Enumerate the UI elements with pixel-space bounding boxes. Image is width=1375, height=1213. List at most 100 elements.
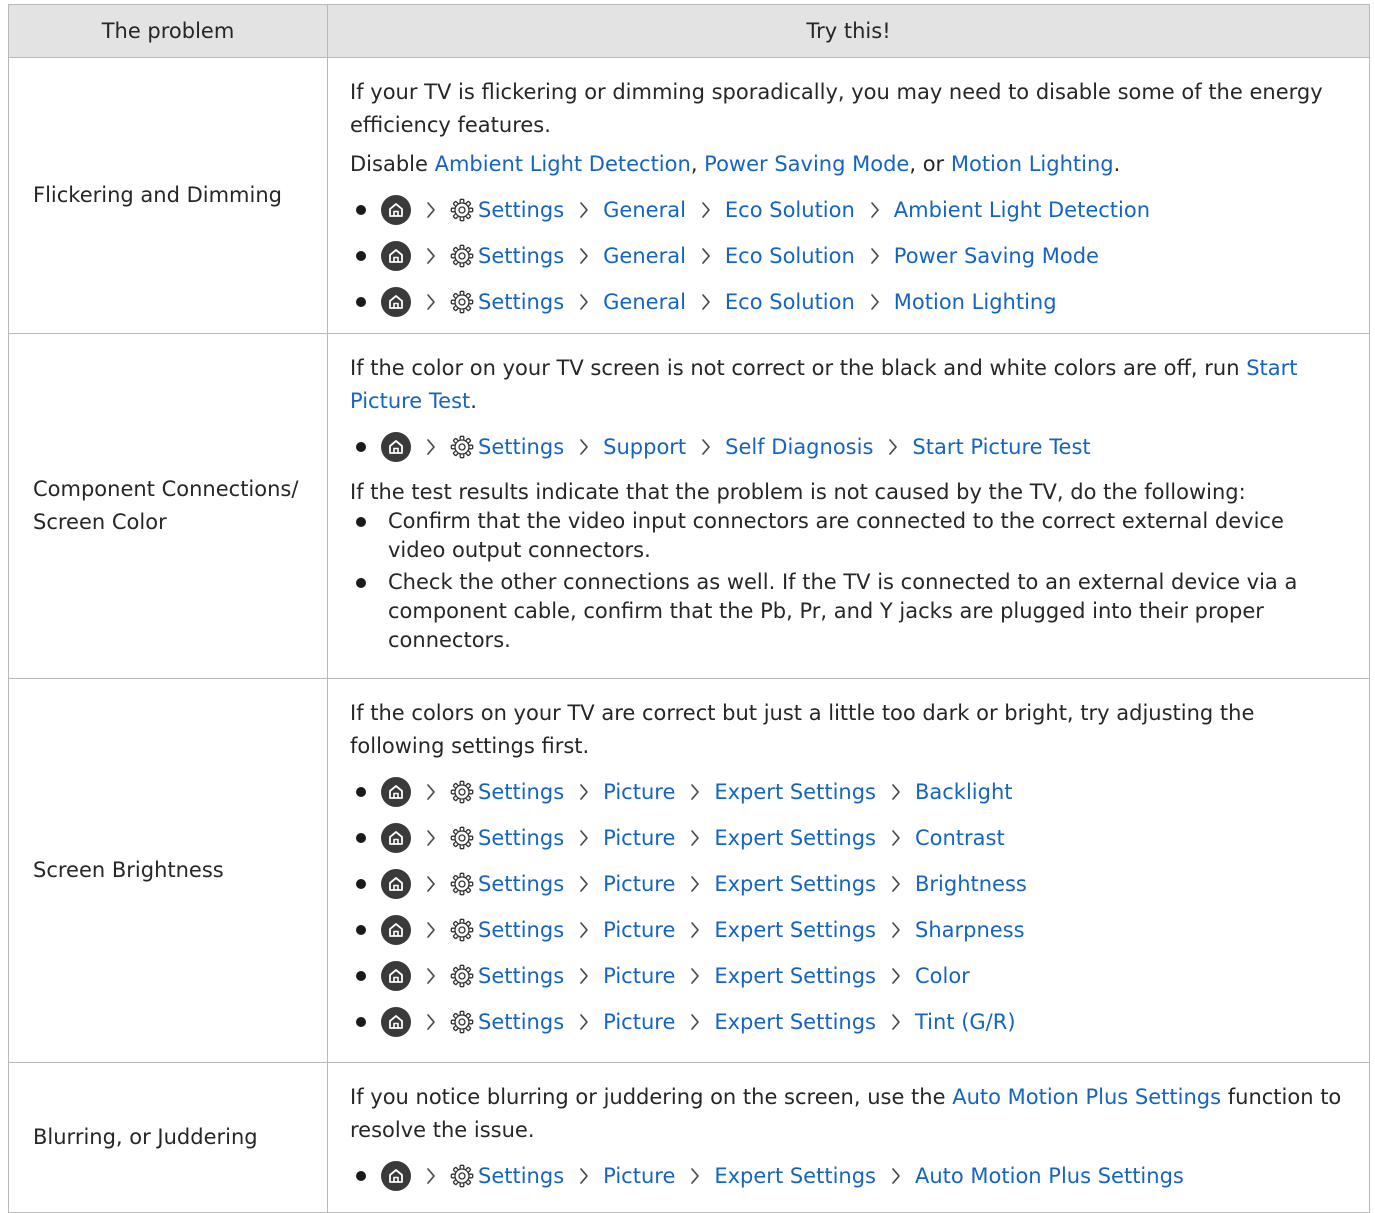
menu-path-step: Eco Solution bbox=[724, 244, 855, 268]
chevron-right-icon bbox=[572, 966, 596, 986]
menu-path: Settings Picture Expert Settings Auto Motio… bbox=[350, 1153, 1347, 1199]
disable-prefix: Disable bbox=[350, 152, 435, 176]
menu-path: Settings Picture Expert Settings Brightness bbox=[350, 861, 1347, 907]
gear-icon bbox=[450, 826, 474, 850]
menu-path-step: Settings bbox=[478, 1010, 565, 1034]
chevron-right-icon bbox=[694, 437, 718, 457]
chevron-right-icon bbox=[683, 920, 707, 940]
gear-icon bbox=[450, 244, 474, 268]
menu-path: Settings Picture Expert Settings Tint (G/R) bbox=[350, 999, 1347, 1045]
chevron-right-icon bbox=[572, 828, 596, 848]
menu-path-step: Picture bbox=[603, 1164, 676, 1188]
menu-path-step: Settings bbox=[478, 826, 565, 850]
home-icon bbox=[381, 1161, 411, 1191]
gear-icon bbox=[450, 198, 474, 222]
period: . bbox=[470, 389, 477, 413]
chevron-right-icon bbox=[683, 828, 707, 848]
separator-or: , or bbox=[909, 152, 951, 176]
menu-path-step: Motion Lighting bbox=[893, 290, 1057, 314]
bullet-dot bbox=[356, 879, 366, 889]
intro-text-part: If you notice blurring or juddering on t… bbox=[350, 1085, 953, 1109]
bullet-dot bbox=[356, 442, 366, 452]
menu-path-step: General bbox=[603, 198, 686, 222]
bullet-dot bbox=[356, 578, 366, 588]
menu-path: Settings Support Self Diagnosis Start Pictu… bbox=[350, 424, 1347, 470]
chevron-right-icon bbox=[419, 874, 443, 894]
menu-path-step: Ambient Light Detection bbox=[893, 198, 1151, 222]
intro-text: If the colors on your TV are correct but… bbox=[350, 701, 1255, 758]
menu-path-step: Sharpness bbox=[914, 918, 1025, 942]
troubleshooting-table: The problem Try this! Flickering and Dim… bbox=[8, 4, 1370, 1213]
chevron-right-icon bbox=[572, 920, 596, 940]
solution-cell: If you notice blurring or juddering on t… bbox=[327, 1062, 1370, 1213]
home-icon bbox=[381, 823, 411, 853]
menu-path-step: Expert Settings bbox=[714, 872, 876, 896]
home-icon bbox=[381, 241, 411, 271]
bullet-dot bbox=[356, 1017, 366, 1027]
chevron-right-icon bbox=[863, 292, 887, 312]
menu-path-step: Brightness bbox=[914, 872, 1027, 896]
bullet-dot bbox=[356, 925, 366, 935]
menu-path-step: General bbox=[603, 244, 686, 268]
menu-path-step: Color bbox=[914, 964, 970, 988]
menu-path-step: Backlight bbox=[914, 780, 1013, 804]
bullet-dot bbox=[356, 517, 366, 527]
chevron-right-icon bbox=[419, 966, 443, 986]
chevron-right-icon bbox=[884, 966, 908, 986]
bullet-dot bbox=[356, 971, 366, 981]
menu-path-step: Picture bbox=[603, 780, 676, 804]
problem-cell: Flickering and Dimming bbox=[8, 57, 328, 334]
menu-path-step: Eco Solution bbox=[724, 290, 855, 314]
list-item-text: Check the other connections as well. If … bbox=[388, 570, 1298, 652]
table-row: Screen Brightness If the colors on your … bbox=[8, 678, 1370, 1063]
chevron-right-icon bbox=[572, 437, 596, 457]
menu-path-step: Expert Settings bbox=[714, 964, 876, 988]
gear-icon bbox=[450, 780, 474, 804]
chevron-right-icon bbox=[683, 874, 707, 894]
menu-path-step: Settings bbox=[478, 198, 565, 222]
chevron-right-icon bbox=[419, 782, 443, 802]
chevron-right-icon bbox=[572, 292, 596, 312]
menu-path: Settings General Eco Solution Power Saving … bbox=[350, 233, 1347, 279]
menu-path: Settings General Eco Solution Motion Lighti… bbox=[350, 279, 1347, 325]
menu-path-step: Expert Settings bbox=[714, 1010, 876, 1034]
chevron-right-icon bbox=[884, 1012, 908, 1032]
period: . bbox=[1113, 152, 1121, 176]
chevron-right-icon bbox=[881, 437, 905, 457]
chevron-right-icon bbox=[419, 1166, 443, 1186]
chevron-right-icon bbox=[419, 828, 443, 848]
gear-icon bbox=[450, 1010, 474, 1034]
menu-path-list: Settings Picture Expert Settings Backlight S… bbox=[350, 769, 1347, 1045]
disable-line: Disable Ambient Light Detection, Power S… bbox=[350, 148, 1347, 181]
menu-path-step: Contrast bbox=[914, 826, 1005, 850]
menu-path-list: Settings Support Self Diagnosis Start Pictu… bbox=[350, 424, 1347, 470]
menu-path-step: Start Picture Test bbox=[912, 435, 1091, 459]
intro-text: If your TV is flickering or dimming spor… bbox=[350, 80, 1323, 137]
table-header-row: The problem Try this! bbox=[8, 4, 1370, 58]
menu-path: Settings Picture Expert Settings Sharpness bbox=[350, 907, 1347, 953]
menu-path-step: Power Saving Mode bbox=[893, 244, 1099, 268]
menu-path-list: Settings Picture Expert Settings Auto Motio… bbox=[350, 1153, 1347, 1199]
intro-text: If the color on your TV screen is not co… bbox=[350, 352, 1347, 418]
home-icon bbox=[381, 777, 411, 807]
table-row: Component Connections/ Screen Color If t… bbox=[8, 333, 1370, 679]
gear-icon bbox=[450, 872, 474, 896]
chevron-right-icon bbox=[694, 292, 718, 312]
table-row: Blurring, or Juddering If you notice blu… bbox=[8, 1062, 1370, 1213]
menu-path-step: General bbox=[603, 290, 686, 314]
menu-path-step: Settings bbox=[478, 780, 565, 804]
menu-path-step: Eco Solution bbox=[724, 198, 855, 222]
home-icon bbox=[381, 1007, 411, 1037]
intro-text: If you notice blurring or juddering on t… bbox=[350, 1081, 1347, 1147]
chevron-right-icon bbox=[694, 246, 718, 266]
list-item: Check the other connections as well. If … bbox=[350, 568, 1347, 655]
problem-cell: Component Connections/ Screen Color bbox=[8, 333, 328, 679]
menu-path-step: Expert Settings bbox=[714, 918, 876, 942]
menu-path: Settings Picture Expert Settings Backlight bbox=[350, 769, 1347, 815]
list-item-text: Confirm that the video input connectors … bbox=[388, 509, 1284, 562]
chevron-right-icon bbox=[694, 200, 718, 220]
chevron-right-icon bbox=[884, 782, 908, 802]
chevron-right-icon bbox=[572, 782, 596, 802]
menu-path-step: Auto Motion Plus Settings bbox=[914, 1164, 1184, 1188]
intro-text-part: If the color on your TV screen is not co… bbox=[350, 356, 1247, 380]
